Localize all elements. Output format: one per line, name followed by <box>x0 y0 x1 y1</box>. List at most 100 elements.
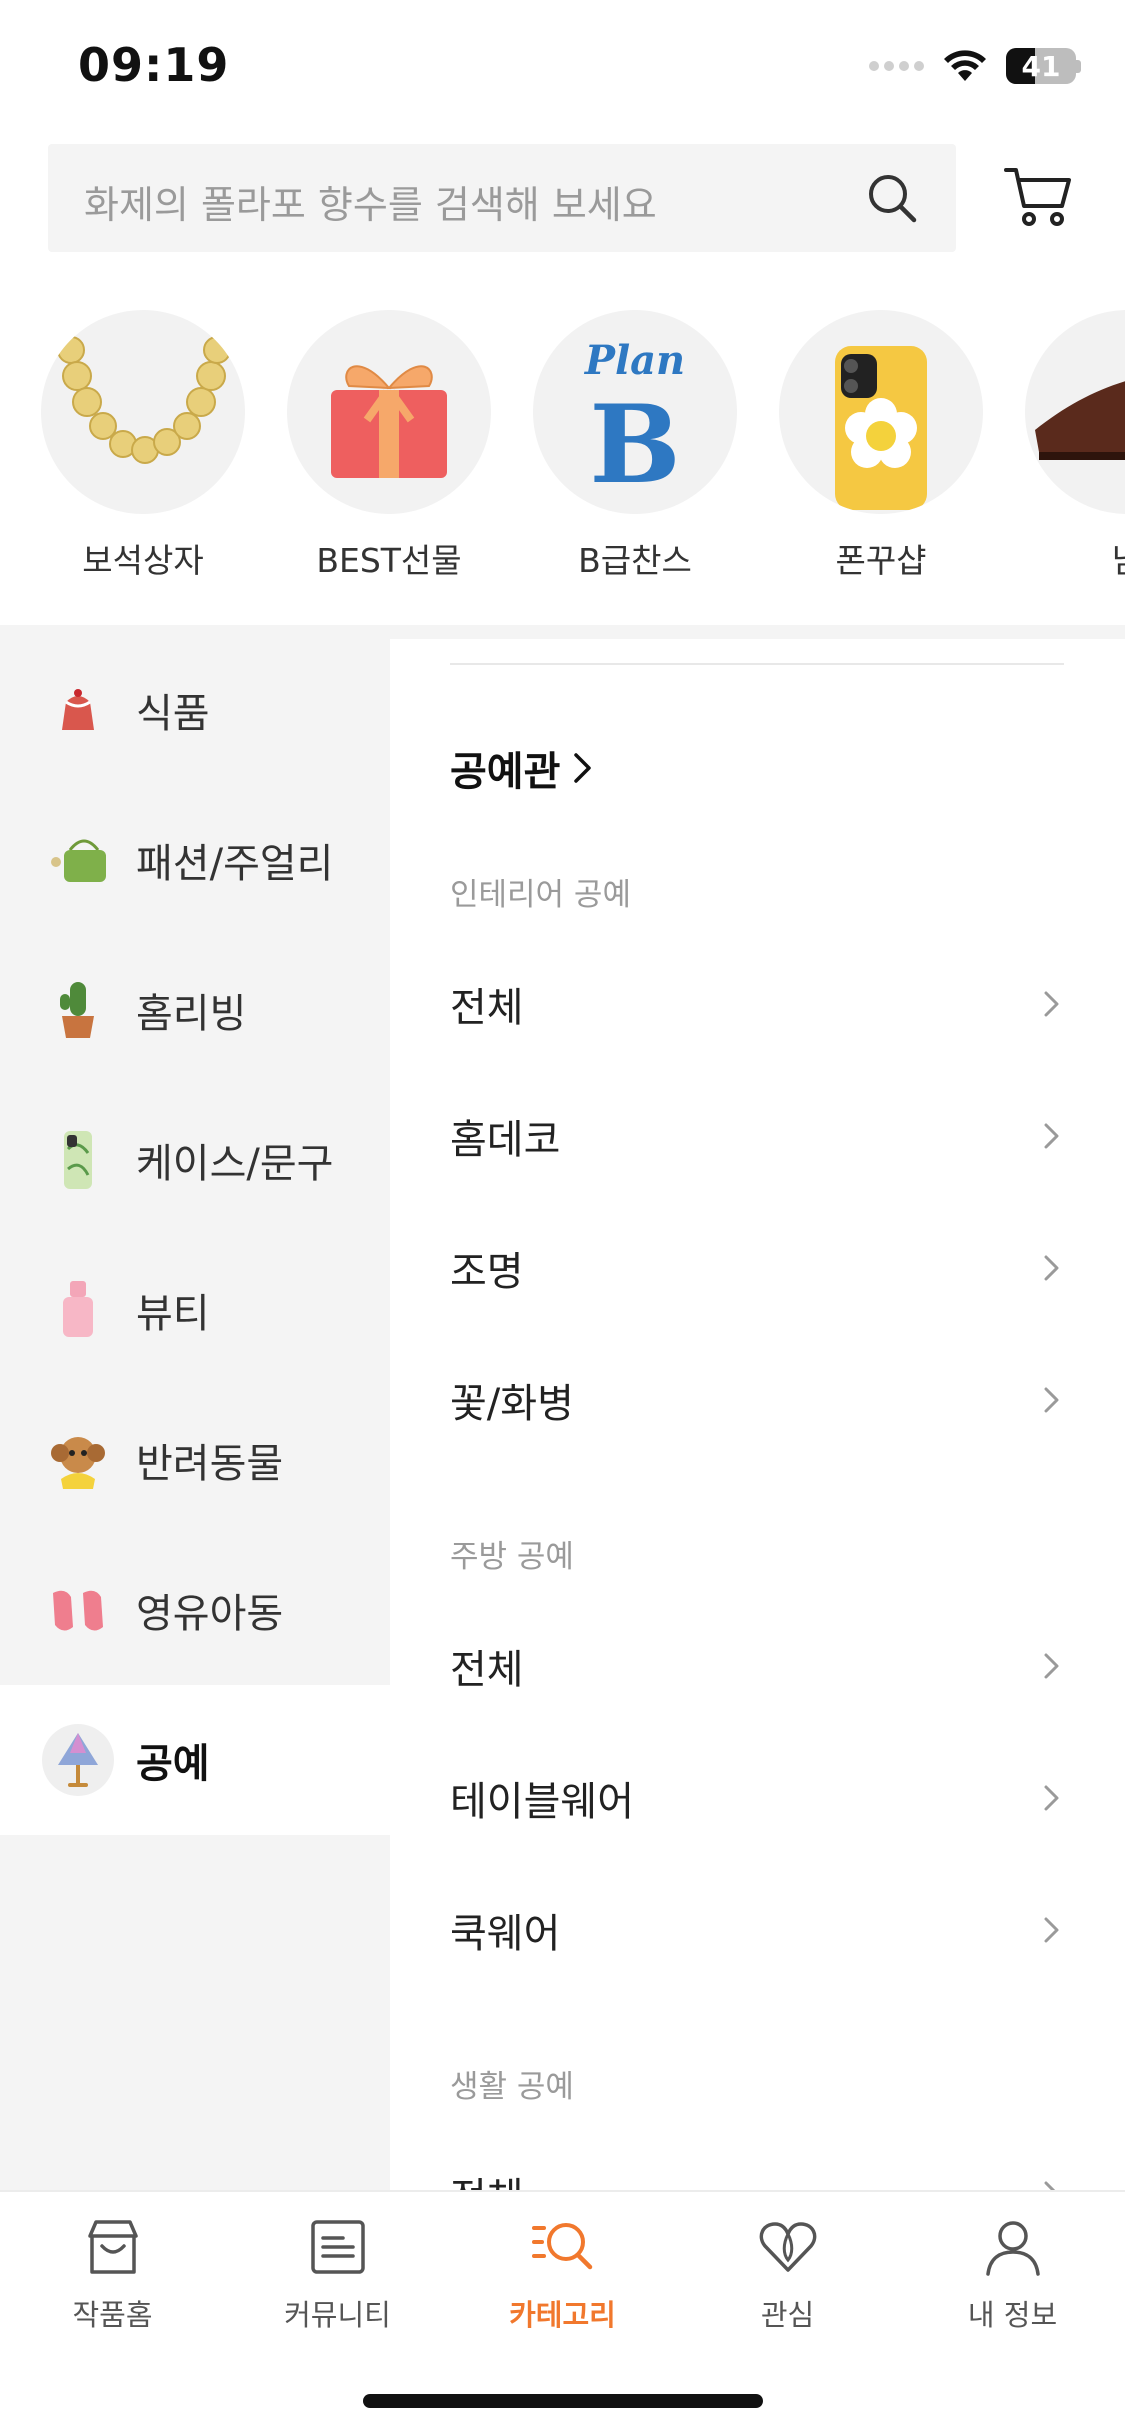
tab-label: 작품홈 <box>72 2298 153 2332</box>
subcategory-item[interactable]: 전체 <box>450 959 1064 1049</box>
subcategory-label: 전체 <box>450 1647 524 1693</box>
chevron-right-icon <box>1044 1123 1059 1149</box>
amber-necklace-icon <box>41 310 245 514</box>
subcategory-item[interactable]: 쿡웨어 <box>450 1885 1064 1975</box>
sidebar-item-fashion-jewelry[interactable]: 패션/주얼리 <box>0 785 390 935</box>
sidebar-item-label: 패션/주얼리 <box>136 841 334 887</box>
chevron-right-icon <box>1044 991 1059 1017</box>
divider <box>450 663 1064 665</box>
shortcut-label: BEST선물 <box>316 541 462 580</box>
sidebar-item-label: 영유아동 <box>136 1591 284 1637</box>
sidebar-item-label: 케이스/문구 <box>136 1141 334 1187</box>
subcategory-item[interactable]: 전체 <box>450 2149 1064 2190</box>
puppy-icon <box>42 1424 114 1496</box>
sidebar-item-crafts[interactable]: 공예 <box>0 1685 390 1835</box>
sidebar-item-home-living[interactable]: 홈리빙 <box>0 935 390 1085</box>
search-placeholder: 화제의 폴라포 향수를 검색해 보세요 <box>84 183 657 227</box>
leather-shoe-icon <box>1025 310 1125 514</box>
chevron-right-icon <box>1044 1917 1059 1943</box>
chevron-right-icon <box>574 753 592 783</box>
svg-text:Plan: Plan <box>584 337 685 384</box>
shortcut-label: 폰꾸샵 <box>835 541 927 580</box>
craft-hall-label: 공예관 <box>450 749 561 795</box>
subcategory-label: 꽃/화병 <box>450 1381 574 1427</box>
category-sidebar: 식품 패션/주얼리 홈리빙 케이스/문구 뷰티 반려동물 영유아동 공예 <box>0 625 390 2190</box>
flower-phone-case-icon <box>779 310 983 514</box>
craft-hall-link[interactable]: 공예관 <box>450 739 594 797</box>
subcategory-item[interactable]: 꽃/화병 <box>450 1355 1064 1445</box>
wifi-icon <box>944 50 986 81</box>
chevron-right-icon <box>1044 1653 1059 1679</box>
shortcut-mens[interactable]: 남 <box>1024 310 1125 582</box>
lamp-craft-icon <box>42 1724 114 1796</box>
search-input[interactable]: 화제의 폴라포 향수를 검색해 보세요 <box>48 144 956 252</box>
chevron-right-icon <box>1044 2181 1056 2190</box>
sidebar-item-label: 뷰티 <box>136 1291 210 1337</box>
heart-icon <box>759 2222 816 2272</box>
perfume-bottle-icon <box>42 1274 114 1346</box>
subcategory-item[interactable]: 조명 <box>450 1223 1064 1313</box>
cart-icon[interactable] <box>1002 160 1074 232</box>
status-bar: 09:19 41 <box>0 0 1125 140</box>
subcategory-label: 조명 <box>450 1249 524 1295</box>
baby-shoes-icon <box>42 1574 114 1646</box>
shortcut-label: 보석상자 <box>82 541 204 580</box>
person-icon <box>985 2221 1040 2276</box>
search-icon[interactable] <box>864 170 920 226</box>
sidebar-item-label: 식품 <box>136 691 210 737</box>
subcategory-label: 홈데코 <box>450 1117 561 1163</box>
subcategory-label: 테이블웨어 <box>450 1779 634 1825</box>
sidebar-item-label: 홈리빙 <box>136 991 247 1037</box>
chevron-right-icon <box>1044 1255 1059 1281</box>
plan-b-logo-icon: Plan B <box>533 310 737 514</box>
shortcut-label: 남 <box>1024 534 1125 582</box>
tab-label: 카테고리 <box>509 2298 616 2332</box>
tab-favorites[interactable]: 관심 <box>675 2214 900 2334</box>
cellular-signal-icon <box>869 61 924 71</box>
shop-icon <box>87 2220 138 2274</box>
sidebar-item-label: 공예 <box>136 1741 210 1787</box>
sidebar-item-case-stationery[interactable]: 케이스/문구 <box>0 1085 390 1235</box>
shortcut-carousel[interactable]: 보석상자 BEST선물 Plan B B급찬스 폰꾸샵 <box>0 310 1125 610</box>
subcategory-item[interactable]: 전체 <box>450 1621 1064 1711</box>
chevron-right-icon <box>1044 1387 1059 1413</box>
shortcut-phone-deco-shop[interactable]: 폰꾸샵 <box>778 310 984 582</box>
section-title-interior-craft: 인테리어 공예 <box>450 877 631 913</box>
cake-icon <box>42 674 114 746</box>
home-indicator[interactable] <box>363 2394 763 2408</box>
sidebar-item-baby-kids[interactable]: 영유아동 <box>0 1535 390 1685</box>
cactus-pot-icon <box>42 974 114 1046</box>
sidebar-item-beauty[interactable]: 뷰티 <box>0 1235 390 1385</box>
subcategory-label: 전체 <box>450 985 524 1031</box>
green-bag-icon <box>42 824 114 896</box>
chevron-right-icon <box>1044 1785 1059 1811</box>
subcategory-item[interactable]: 테이블웨어 <box>450 1753 1064 1843</box>
shortcut-best-gift[interactable]: BEST선물 <box>286 310 492 582</box>
subcategory-label: 쿡웨어 <box>450 1911 561 1957</box>
sidebar-item-pets[interactable]: 반려동물 <box>0 1385 390 1535</box>
board-icon <box>310 2220 365 2274</box>
tab-label: 내 정보 <box>967 2298 1058 2332</box>
category-search-icon <box>531 2223 592 2270</box>
battery-level: 41 <box>1021 50 1061 83</box>
status-indicators: 41 <box>869 48 1081 84</box>
battery-icon: 41 <box>1006 48 1076 84</box>
shortcut-jewel-box[interactable]: 보석상자 <box>40 310 246 582</box>
tab-artwork-home[interactable]: 작품홈 <box>0 2214 225 2334</box>
shortcut-label: B급찬스 <box>578 541 692 580</box>
shortcut-b-chance[interactable]: Plan B B급찬스 <box>532 310 738 582</box>
tab-my-info[interactable]: 내 정보 <box>900 2214 1125 2334</box>
svg-text:B: B <box>589 382 680 508</box>
phone-case-icon <box>42 1124 114 1196</box>
sidebar-item-food[interactable]: 식품 <box>0 635 390 785</box>
subcategory-panel: 공예관 인테리어 공예 전체 홈데코 조명 꽃/화병 주방 공예 전체 테이블웨… <box>390 639 1125 2190</box>
gift-box-icon <box>287 310 491 514</box>
tab-category[interactable]: 카테고리 <box>450 2214 675 2334</box>
sidebar-item-label: 반려동물 <box>136 1441 284 1487</box>
subcategory-label: 전체 <box>450 2165 524 2190</box>
section-title-kitchen-craft: 주방 공예 <box>450 1539 574 1575</box>
tab-community[interactable]: 커뮤니티 <box>225 2214 450 2334</box>
section-title-living-craft: 생활 공예 <box>450 2069 574 2105</box>
status-time: 09:19 <box>78 38 230 92</box>
subcategory-item[interactable]: 홈데코 <box>450 1091 1064 1181</box>
